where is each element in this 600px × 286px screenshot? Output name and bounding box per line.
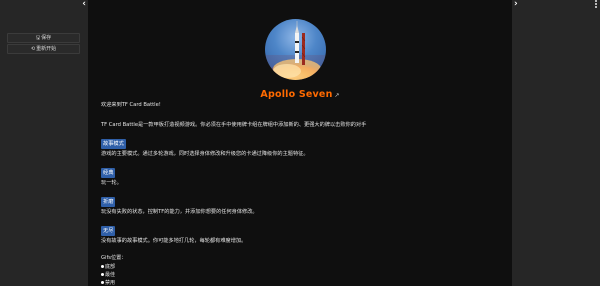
restart-icon: ⟲ <box>30 46 36 52</box>
scrollbar-handle[interactable] <box>595 0 598 9</box>
story-passage: Apollo Seven ↗ 欢迎来到TF Card Battle! TF Car… <box>88 0 512 286</box>
rocket-launch-image <box>265 21 326 80</box>
mode-story-button[interactable]: 故事模式 <box>101 139 126 149</box>
mode-endless-description: 没有故事的故事模式。你可能多地打几轮，每轮都有难度增加。 <box>101 238 247 244</box>
gifs-position-label: Gifs位置： <box>101 255 127 261</box>
gif-option-bottom[interactable]: 底部 <box>101 264 115 270</box>
welcome-text: 欢迎来到TF Card Battle! <box>101 102 161 108</box>
radio-selected-icon[interactable] <box>101 265 104 268</box>
save-icon: 🖫 <box>35 35 41 41</box>
gif-option-label: 最佳 <box>105 272 116 278</box>
save-button[interactable]: 🖫保存 <box>7 33 80 43</box>
left-sidebar: ‹ 🖫保存 ⟲重新开始 <box>0 0 88 286</box>
story-title-row: Apollo Seven ↗ <box>88 82 512 101</box>
gif-option-label: 禁用 <box>105 280 116 286</box>
save-button-label: 保存 <box>41 35 52 41</box>
app-root: ‹ 🖫保存 ⟲重新开始 Apollo Seven ↗ 欢迎来到TF Card B… <box>0 0 600 286</box>
restart-button[interactable]: ⟲重新开始 <box>7 44 80 54</box>
story-cover-image <box>265 19 326 80</box>
restart-button-label: 重新开始 <box>36 46 57 52</box>
mode-classic-button[interactable]: 经典 <box>101 168 116 178</box>
intro-description: TF Card Battle是一款甲板打造视频游戏。你必须在手中使用牌卡组在牌组… <box>101 122 367 128</box>
mode-endless-button[interactable]: 无尽 <box>101 226 116 236</box>
external-link-icon[interactable]: ↗ <box>335 92 340 99</box>
story-title: Apollo Seven <box>260 89 333 100</box>
gif-option-label: 底部 <box>105 264 116 270</box>
mode-classic-description: 玩一轮。 <box>101 180 122 186</box>
right-sidebar: › <box>512 0 600 286</box>
radio-icon[interactable] <box>101 273 104 276</box>
mode-torment-description: 玩没有失败的状态，控制TF的能力，并添加你想要的任何身体修改。 <box>101 209 258 215</box>
mode-torment-button[interactable]: 折磨 <box>101 197 116 207</box>
chevron-right-icon[interactable]: › <box>514 0 518 9</box>
mode-story-description: 游戏的主要模式。通过多轮游戏，同时选择身体修改和升级您的卡通过降级你的主题特征。 <box>101 151 309 157</box>
chevron-left-icon[interactable]: ‹ <box>82 0 86 9</box>
gif-option-disabled[interactable]: 禁用 <box>101 280 115 286</box>
radio-icon[interactable] <box>101 281 104 284</box>
gif-option-best[interactable]: 最佳 <box>101 272 115 278</box>
